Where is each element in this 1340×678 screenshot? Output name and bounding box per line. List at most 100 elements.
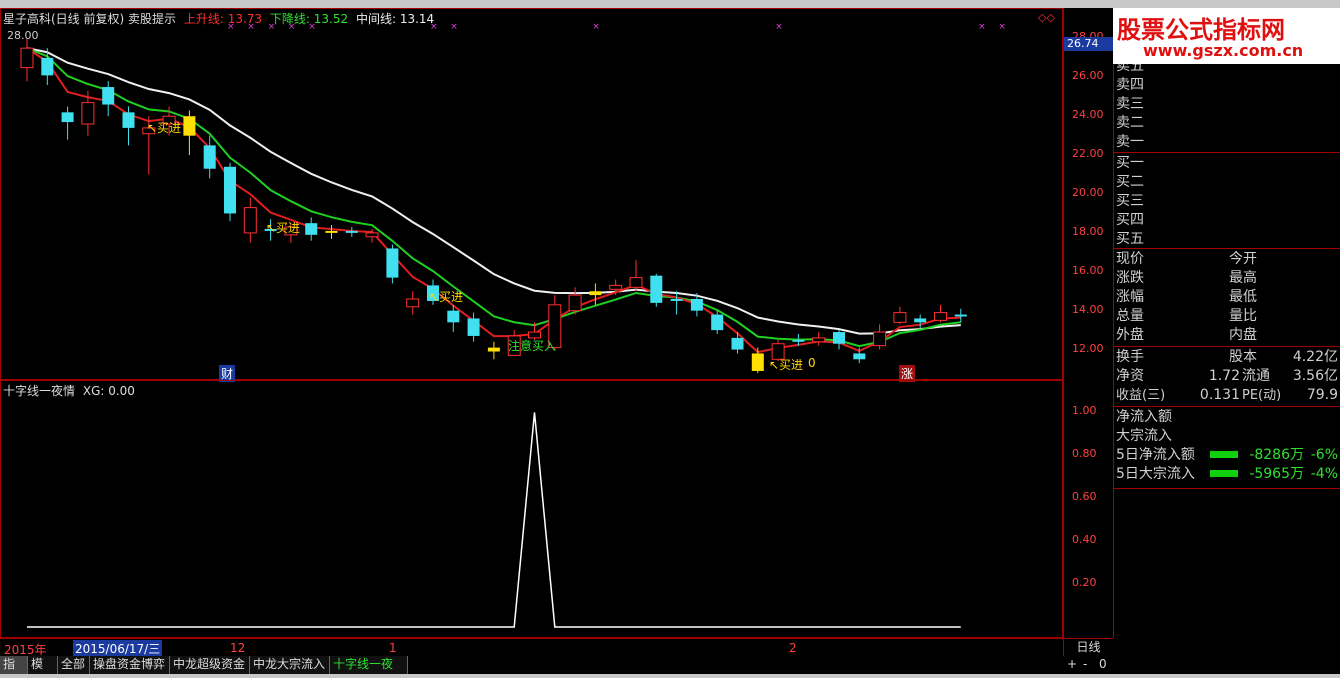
price-tick-label: 16.00 [1072,263,1104,277]
five-day-block-inflow-label: 5日大宗流入 [1116,466,1195,482]
candle-body [589,291,602,296]
indicator-tab[interactable]: 模板 [28,656,58,678]
indicator-svg [27,412,961,628]
mid-line-label: 中间线: [355,12,396,26]
candle-body [447,310,460,323]
buy-signal-1: ↖买进 [147,121,182,135]
mid-line-value: 13.14 [399,12,435,26]
candle-body [934,312,947,321]
up-line [26,47,961,354]
expand-diamond-icon[interactable]: ◇◇ [1038,11,1055,24]
buy-level-label: 买四 [1116,212,1144,228]
quote-left-label: 总量 [1116,308,1144,324]
indicator-tab[interactable]: 指标 [0,656,28,678]
buy-level-label: 买二 [1116,174,1144,190]
candle-body [568,294,582,312]
buy-level-label: 买五 [1116,231,1144,247]
buy-signal-low: ↖买进 [769,358,804,372]
site-logo: 股票公式指标网 www.gszx.com.cn [1113,8,1340,64]
five-day-block-inflow-value: -5965万 [1249,466,1304,482]
price-tick-label: 12.00 [1072,341,1104,355]
net-asset-value: 1.72 [1208,368,1240,384]
indicator-tab[interactable]: 十字线一夜情 [330,656,408,678]
candle-body [243,207,257,234]
candle-body [20,47,34,69]
net-inflow-label: 净流入额 [1116,409,1172,425]
eps-value: 0.131 [1199,387,1240,403]
signal-line [27,412,961,628]
zoom-in-button[interactable]: + [1067,657,1077,671]
stock-title: 星子高科(日线 前复权) 卖股提示 [3,12,176,26]
bottom-status-strip [0,674,1340,678]
five-day-net-inflow-bar [1210,451,1238,458]
indicator-tick-label: 1.00 [1072,404,1097,418]
sell-level-label: 卖四 [1116,77,1144,93]
candle-body [203,145,216,169]
top-toolbar-strip [0,0,1340,8]
quote-left-label: 涨跌 [1116,270,1144,286]
time-axis-month-1: 1 [389,641,397,655]
zoom-reset-button[interactable]: 0 [1099,657,1107,671]
price-chart-area[interactable]: × × × × × × × × × × × 星子高科(日线 前复权) 卖股提示 上升线: 13.73… [0,8,1063,382]
period-label[interactable]: 日线 [1063,638,1113,656]
candle-body [183,116,196,136]
candle-body [61,112,74,123]
indicator-tab[interactable]: 全部 [58,656,90,674]
down-line-value: 13.52 [313,12,349,26]
indicator-tick-label: 0.80 [1072,447,1097,461]
event-marker-icon: × [592,22,600,32]
candle-body [467,318,480,336]
indicator-chart-area[interactable]: 十字线一夜情 XG: 0.00 [0,380,1063,638]
candle-body [711,314,724,331]
share-capital-label: 股本 [1229,349,1257,365]
candle-body [325,230,338,233]
candle-body [81,102,95,125]
price-tick-label: 20.00 [1072,186,1104,199]
event-marker-icon: × [978,22,986,32]
down-line-label: 下降线: [269,12,310,26]
candle-body [365,232,379,238]
share-capital-value: 4.22亿 [1292,349,1338,365]
indicator-tab-bar: 指标模板全部操盘资金博弈中龙超级资金中龙大宗流入十字线一夜情 [0,656,1063,678]
five-day-net-inflow-label: 5日净流入额 [1116,447,1195,463]
sell-level-label: 卖一 [1116,134,1144,150]
price-tick-label: 14.00 [1072,302,1104,316]
buy-signal-low-value: 0 [808,356,816,370]
candle-body [386,248,399,278]
quote-right-label: 量比 [1229,308,1257,324]
indicator-tab[interactable]: 中龙超级资金 [170,656,250,674]
time-axis-selected-date: 2015/06/17/三 [73,640,163,657]
price-axis: 28.0026.0024.0022.0020.0018.0016.0014.00… [1063,8,1114,638]
block-inflow-label: 大宗流入 [1116,428,1172,444]
zoom-out-button[interactable]: - [1083,657,1087,671]
buy-signal-2: ↖买进 [266,221,301,235]
candle-body [812,337,826,343]
candle-body [102,87,115,105]
sell-level-label: 卖三 [1116,96,1144,112]
price-tick-label: 24.00 [1072,108,1104,122]
five-day-block-inflow-bar [1210,470,1238,477]
candle-body [406,298,420,308]
candle-body [792,339,805,342]
indicator-tick-label: 0.20 [1072,576,1097,590]
candle-body [487,347,500,352]
quote-right-label: 内盘 [1229,327,1257,343]
buy-level-label: 买三 [1116,193,1144,209]
candle-body [690,299,703,311]
indicator-tick-label: 0.60 [1072,490,1097,504]
candle-body [954,314,967,317]
up-line-value: 13.73 [227,12,263,26]
candle-body [914,318,927,323]
indicator-header: 十字线一夜情 XG: 0.00 [3,382,135,399]
quote-right-label: 最低 [1229,289,1257,305]
indicator-tab[interactable]: 中龙大宗流入 [250,656,330,674]
buy-level-label: 买一 [1116,155,1144,171]
sell-level-label: 卖二 [1116,115,1144,131]
indicator-tab[interactable]: 操盘资金博弈 [90,656,170,674]
price-tick-label: 26.00 [1072,69,1104,83]
current-price-marker: 26.74 [1064,37,1114,51]
time-axis-month-2: 2 [789,641,797,655]
five-day-block-inflow-pct: -4% [1310,466,1338,482]
float-share-value: 3.56亿 [1292,368,1338,384]
logo-title: 股票公式指标网 [1117,16,1285,44]
